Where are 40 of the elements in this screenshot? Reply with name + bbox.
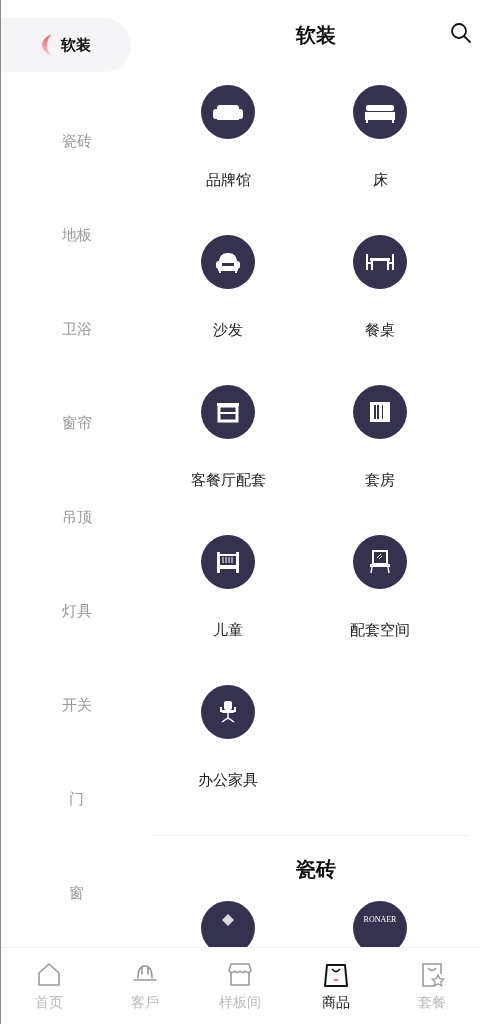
storefront-icon bbox=[226, 960, 255, 988]
page-title: 软装 bbox=[296, 21, 336, 49]
search-icon[interactable] bbox=[450, 22, 472, 44]
brand-logo[interactable] bbox=[201, 901, 255, 947]
sidebar-item[interactable]: 卫浴 bbox=[1, 302, 152, 356]
brand-logo[interactable]: RONAER bbox=[353, 901, 407, 947]
office-chair-icon bbox=[201, 685, 255, 739]
category-item[interactable]: 配套空间 bbox=[350, 535, 410, 640]
sidebar-item[interactable]: 瓷砖 bbox=[1, 114, 152, 168]
category-item[interactable]: 品牌馆 bbox=[201, 85, 255, 190]
dining-set-icon bbox=[353, 235, 407, 289]
sidebar-item[interactable]: 地板 bbox=[1, 208, 152, 262]
tab-item[interactable]: 样板间 bbox=[192, 948, 289, 1024]
category-item[interactable]: 套房 bbox=[353, 385, 407, 490]
section-title: 瓷砖 bbox=[295, 856, 337, 883]
category-item[interactable]: 餐桌 bbox=[353, 235, 407, 340]
bed-icon bbox=[353, 85, 407, 139]
sidebar-item[interactable]: 软装 bbox=[1, 18, 131, 72]
tab-item[interactable]: 商品 bbox=[288, 948, 385, 1024]
armchair-icon bbox=[201, 85, 255, 139]
sidebar-item[interactable]: 吊顶 bbox=[1, 490, 152, 544]
tab-item[interactable]: 套餐 bbox=[384, 948, 480, 1024]
category-item[interactable]: 客餐厅配套 bbox=[190, 385, 266, 490]
category-item[interactable]: 儿童 bbox=[201, 535, 255, 640]
sidebar-item[interactable]: 窗 bbox=[1, 866, 152, 920]
crib-icon bbox=[201, 535, 255, 589]
tab-item[interactable]: 客戶 bbox=[96, 948, 193, 1024]
sidebar-item[interactable]: 开关 bbox=[1, 678, 152, 732]
tab-item[interactable]: 首页 bbox=[1, 948, 97, 1024]
sidebar-item[interactable]: 门 bbox=[1, 772, 152, 826]
armchair-icon bbox=[201, 235, 255, 289]
crescent-icon bbox=[41, 33, 53, 57]
sidebar-item[interactable]: 灯具 bbox=[1, 584, 152, 638]
wardrobe-icon bbox=[353, 385, 407, 439]
cabinet-icon bbox=[201, 385, 255, 439]
category-item[interactable]: 沙发 bbox=[201, 235, 255, 340]
category-item[interactable]: 办公家具 bbox=[198, 685, 258, 790]
sidebar-item[interactable]: 窗帘 bbox=[1, 396, 152, 450]
category-item[interactable]: 床 bbox=[353, 85, 407, 190]
vanity-icon bbox=[353, 535, 407, 589]
